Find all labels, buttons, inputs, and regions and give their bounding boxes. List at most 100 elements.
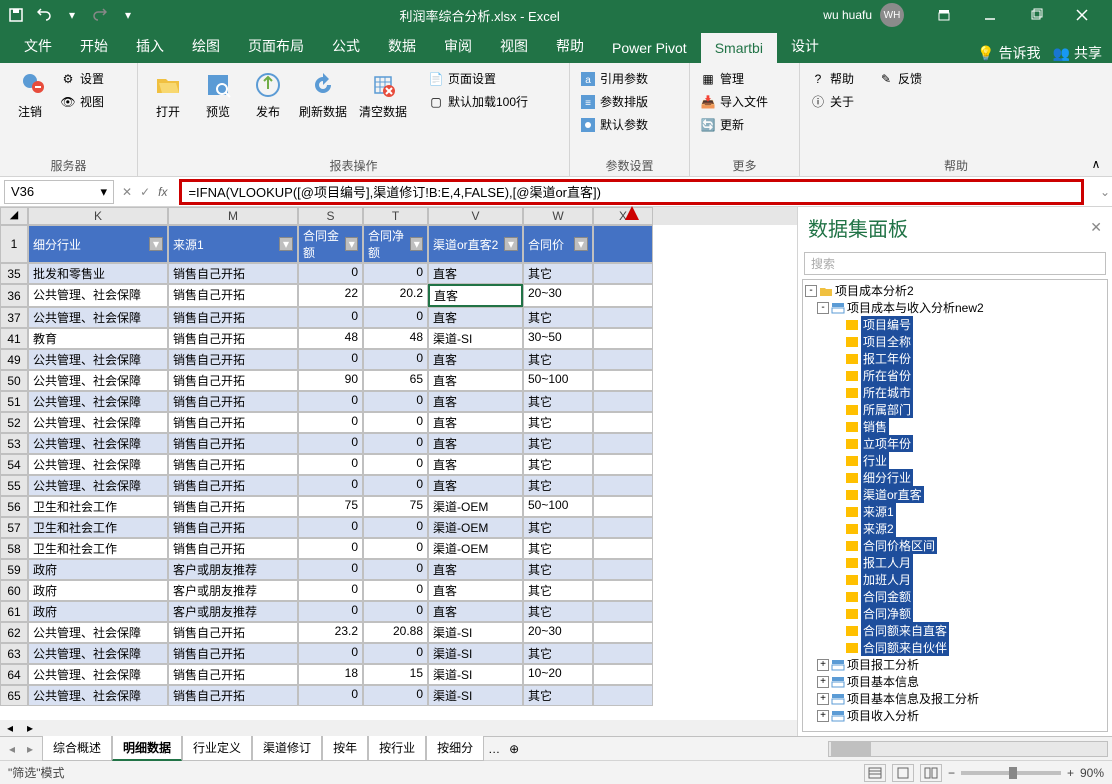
tree-item[interactable]: 细分行业 xyxy=(803,469,1107,486)
help-button[interactable]: ?帮助 xyxy=(806,67,858,90)
sheet-nav-last-icon[interactable]: ▸ xyxy=(22,742,38,756)
cell[interactable] xyxy=(593,622,653,643)
clear-button[interactable]: 清空数据 xyxy=(354,67,412,122)
sheet-tab-综合概述[interactable]: 综合概述 xyxy=(42,736,112,761)
zoom-in-icon[interactable]: + xyxy=(1067,766,1074,780)
qat-customize-icon[interactable]: ▾ xyxy=(120,7,136,23)
cell[interactable]: 30~50 xyxy=(523,328,593,349)
cell[interactable]: 其它 xyxy=(523,685,593,706)
ribbon-tab-帮助[interactable]: 帮助 xyxy=(542,29,598,63)
cell[interactable]: 政府 xyxy=(28,601,168,622)
cell[interactable]: 公共管理、社会保障 xyxy=(28,622,168,643)
sheet-nav-first-icon[interactable]: ◂ xyxy=(4,742,20,756)
expand-icon[interactable]: + xyxy=(817,676,829,688)
cell[interactable]: 其它 xyxy=(523,454,593,475)
cell[interactable]: 其它 xyxy=(523,433,593,454)
open-button[interactable]: 打开 xyxy=(144,67,192,122)
expand-icon[interactable]: + xyxy=(817,659,829,671)
update-button[interactable]: 🔄更新 xyxy=(696,113,772,136)
tree-item[interactable]: 合同额来自直客 xyxy=(803,622,1107,639)
ribbon-tab-文件[interactable]: 文件 xyxy=(10,29,66,63)
col-header-W[interactable]: W xyxy=(523,207,593,225)
cell[interactable]: 销售自己开拓 xyxy=(168,391,298,412)
cell[interactable]: 销售自己开拓 xyxy=(168,307,298,328)
cell[interactable]: 销售自己开拓 xyxy=(168,475,298,496)
cell[interactable]: 0 xyxy=(298,263,363,284)
view-button[interactable]: 👁视图 xyxy=(56,90,108,113)
tree-item[interactable]: +项目收入分析 xyxy=(803,707,1107,724)
cell[interactable]: 渠道-OEM xyxy=(428,496,523,517)
row-header[interactable]: 59 xyxy=(0,559,28,580)
redo-icon[interactable] xyxy=(92,7,108,23)
cell[interactable]: 23.2 xyxy=(298,622,363,643)
cell[interactable]: 48 xyxy=(298,328,363,349)
cell[interactable]: 20.88 xyxy=(363,622,428,643)
cell[interactable]: 渠道-SI xyxy=(428,664,523,685)
cell[interactable]: 50~100 xyxy=(523,370,593,391)
cell[interactable]: 销售自己开拓 xyxy=(168,349,298,370)
cell[interactable]: 0 xyxy=(298,601,363,622)
cell[interactable]: 直客 xyxy=(428,580,523,601)
tree-item[interactable]: 项目编号 xyxy=(803,316,1107,333)
cell[interactable] xyxy=(593,454,653,475)
cell[interactable]: 政府 xyxy=(28,559,168,580)
ribbon-tab-插入[interactable]: 插入 xyxy=(122,29,178,63)
cell[interactable]: 直客 xyxy=(428,349,523,370)
cell[interactable]: 0 xyxy=(298,517,363,538)
cell[interactable]: 0 xyxy=(363,412,428,433)
col-header-M[interactable]: M xyxy=(168,207,298,225)
cell[interactable]: 75 xyxy=(363,496,428,517)
tree-item[interactable]: 合同净额 xyxy=(803,605,1107,622)
user-avatar[interactable]: WH xyxy=(880,3,904,27)
cell[interactable] xyxy=(593,284,653,307)
tree-item[interactable]: 加班人月 xyxy=(803,571,1107,588)
cell[interactable]: 销售自己开拓 xyxy=(168,517,298,538)
sheet-tab-渠道修订[interactable]: 渠道修订 xyxy=(252,736,322,761)
ribbon-tab-开始[interactable]: 开始 xyxy=(66,29,122,63)
cell[interactable]: 销售自己开拓 xyxy=(168,412,298,433)
expand-formula-icon[interactable]: ⌄ xyxy=(1098,185,1112,199)
tree-item[interactable]: 所属部门 xyxy=(803,401,1107,418)
cell[interactable]: 0 xyxy=(298,391,363,412)
cell[interactable] xyxy=(593,433,653,454)
cell[interactable]: 卫生和社会工作 xyxy=(28,496,168,517)
cell[interactable]: 销售自己开拓 xyxy=(168,622,298,643)
row-header[interactable]: 55 xyxy=(0,475,28,496)
ribbon-tab-设计[interactable]: 设计 xyxy=(777,29,833,63)
cell[interactable]: 直客 xyxy=(428,475,523,496)
cell[interactable]: 其它 xyxy=(523,517,593,538)
tree-item[interactable]: -项目成本与收入分析new2 xyxy=(803,299,1107,316)
cell[interactable]: 直客 xyxy=(428,412,523,433)
cell[interactable]: 渠道-OEM xyxy=(428,517,523,538)
cell[interactable]: 公共管理、社会保障 xyxy=(28,433,168,454)
cell[interactable] xyxy=(593,475,653,496)
cell[interactable]: 销售自己开拓 xyxy=(168,263,298,284)
tree-item[interactable]: +项目报工分析 xyxy=(803,656,1107,673)
th-industry[interactable]: 细分行业▾ xyxy=(28,225,168,263)
cell[interactable]: 渠道-SI xyxy=(428,622,523,643)
cell[interactable]: 销售自己开拓 xyxy=(168,454,298,475)
cell[interactable]: 其它 xyxy=(523,538,593,559)
cell[interactable]: 卫生和社会工作 xyxy=(28,517,168,538)
cell[interactable]: 公共管理、社会保障 xyxy=(28,307,168,328)
cell[interactable]: 直客 xyxy=(428,263,523,284)
row-header[interactable]: 52 xyxy=(0,412,28,433)
sheet-more-icon[interactable]: … xyxy=(484,742,504,756)
cell[interactable]: 销售自己开拓 xyxy=(168,433,298,454)
row-header[interactable]: 49 xyxy=(0,349,28,370)
cell[interactable]: 销售自己开拓 xyxy=(168,496,298,517)
ribbon-tab-绘图[interactable]: 绘图 xyxy=(178,29,234,63)
cell[interactable] xyxy=(593,370,653,391)
cell[interactable]: 直客 xyxy=(428,601,523,622)
cell[interactable]: 0 xyxy=(298,349,363,370)
refresh-button[interactable]: 刷新数据 xyxy=(294,67,352,122)
cell[interactable]: 20~30 xyxy=(523,622,593,643)
cell[interactable] xyxy=(593,517,653,538)
cell[interactable] xyxy=(593,349,653,370)
cell[interactable]: 0 xyxy=(363,307,428,328)
panel-search-input[interactable]: 搜索 xyxy=(804,252,1106,275)
cell[interactable] xyxy=(593,496,653,517)
sheet-tab-行业定义[interactable]: 行业定义 xyxy=(182,736,252,761)
cell[interactable]: 渠道-OEM xyxy=(428,538,523,559)
accept-formula-icon[interactable]: ✓ xyxy=(140,185,150,199)
